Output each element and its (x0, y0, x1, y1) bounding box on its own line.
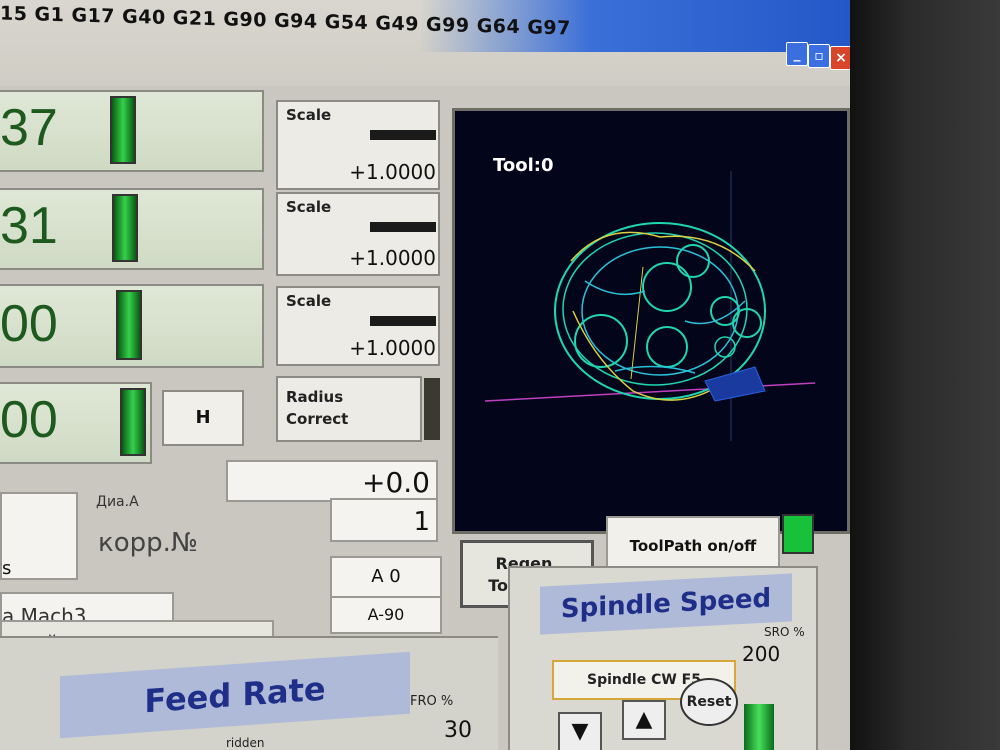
minimize-button[interactable]: _ (786, 42, 808, 66)
offset-value-field[interactable]: +0.0 (226, 460, 438, 502)
mach3-screen: 15 G1 G17 G40 G21 G90 G94 G54 G49 G99 G6… (0, 0, 850, 750)
toolpath-display[interactable]: Tool:0 (452, 108, 850, 534)
radius-label-line1: Radius (286, 388, 344, 406)
radius-label-line2: Correct (286, 410, 349, 428)
dro-value: 37 (0, 99, 58, 157)
scale-label: Scale (286, 198, 332, 216)
maximize-button[interactable]: ▫ (808, 44, 830, 68)
dro-led-3 (116, 290, 142, 360)
dro-led-4 (120, 388, 146, 456)
radius-correct-button[interactable]: Radius Correct (276, 376, 422, 442)
scale-bar (370, 222, 436, 232)
arrow-down-icon: ▼ (571, 719, 589, 744)
spindle-reset-button[interactable]: Reset (680, 678, 738, 726)
dro-led-1 (110, 96, 136, 164)
dro-value: 31 (0, 197, 58, 255)
scale-label: Scale (286, 106, 332, 124)
spindle-down-button[interactable]: ▼ (558, 712, 602, 750)
toolpath-drawing (484, 171, 816, 441)
scale-bar (370, 130, 436, 140)
corr-number-field[interactable]: 1 (330, 498, 438, 542)
toolpath-led[interactable] (782, 514, 814, 554)
scale-value: +1.0000 (349, 246, 436, 270)
s-button[interactable]: s (0, 492, 78, 580)
dro-value: 00 (0, 391, 58, 449)
dro-value: 00 (0, 295, 58, 353)
scale-value: +1.0000 (349, 160, 436, 184)
dia-label: Диа.А (96, 494, 139, 510)
a-value-field-1[interactable]: A 0 (330, 556, 442, 598)
sro-value: 200 (742, 642, 781, 666)
scale-bar (370, 316, 436, 326)
scale-label: Scale (286, 292, 332, 310)
overridden-label: ridden (226, 736, 265, 750)
close-button[interactable]: × (830, 46, 850, 70)
h-button[interactable]: H (162, 390, 244, 446)
fro-value: 30 (444, 718, 472, 743)
scale-value: +1.0000 (349, 336, 436, 360)
arrow-up-icon: ▲ (635, 707, 653, 732)
a-value-field-2[interactable]: A-90 (330, 596, 442, 634)
spindle-up-button[interactable]: ▲ (622, 700, 666, 740)
fro-label: FRO % (410, 694, 454, 709)
scale-box-1[interactable]: Scale +1.0000 (276, 100, 440, 190)
gcode-status-bar: 15 G1 G17 G40 G21 G90 G94 G54 G49 G99 G6… (0, 0, 850, 86)
radius-indicator (424, 378, 440, 440)
corr-label: корр.№ (98, 528, 198, 558)
spindle-level-bar (744, 704, 774, 750)
sro-label: SRO % (764, 625, 805, 639)
scale-box-2[interactable]: Scale +1.0000 (276, 192, 440, 276)
dro-led-2 (112, 194, 138, 262)
scale-box-3[interactable]: Scale +1.0000 (276, 286, 440, 366)
monitor-bezel (850, 0, 1000, 750)
